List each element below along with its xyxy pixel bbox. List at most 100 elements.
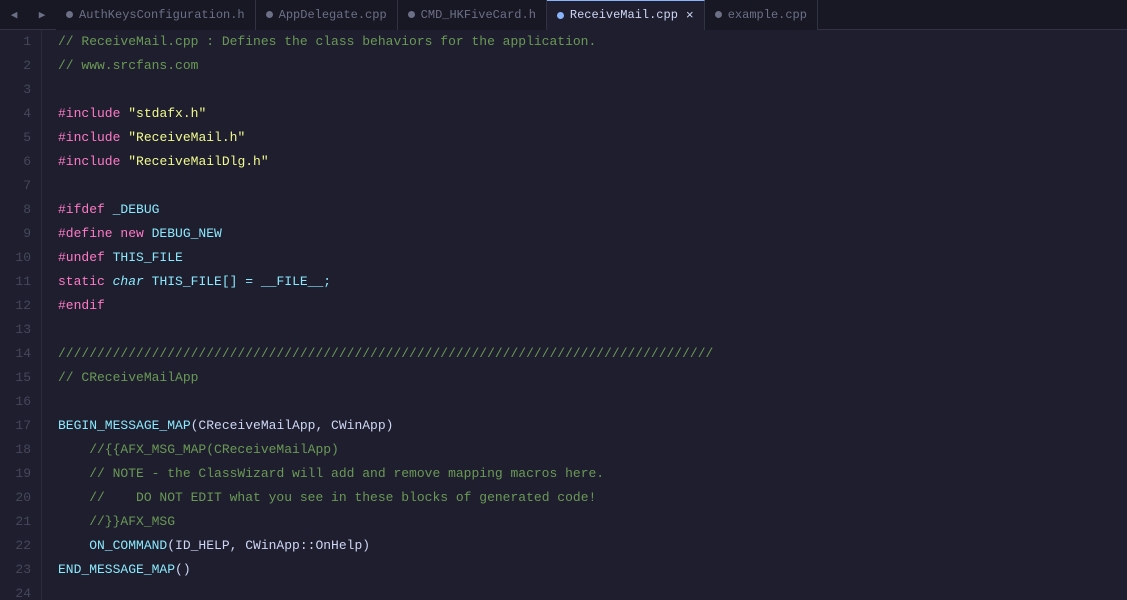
line-number: 7 (0, 174, 31, 198)
tab-label: AuthKeysConfiguration.h (79, 8, 245, 22)
token: #ifdef (58, 202, 105, 217)
line-number: 11 (0, 270, 31, 294)
code-line: // NOTE - the ClassWizard will add and r… (58, 462, 1127, 486)
code-line: //{{AFX_MSG_MAP(CReceiveMailApp) (58, 438, 1127, 462)
token: "ReceiveMailDlg.h" (128, 154, 268, 169)
token: #include (58, 130, 120, 145)
token: // DO NOT EDIT what you see in (58, 490, 354, 505)
token: static (58, 274, 105, 289)
line-number: 24 (0, 582, 31, 600)
token: char (113, 274, 144, 289)
line-number: 9 (0, 222, 31, 246)
line-number: 10 (0, 246, 31, 270)
token: // CReceiveMailApp (58, 370, 198, 385)
tab-bar: ◀ ▶ AuthKeysConfiguration.h AppDelegate.c… (0, 0, 1127, 30)
line-number: 20 (0, 486, 31, 510)
code-line: #endif (58, 294, 1127, 318)
token: blocks of generated code! (393, 490, 596, 505)
token: these (354, 490, 393, 505)
token: THIS_FILE[] = __FILE__; (144, 274, 331, 289)
tab-dot (408, 11, 415, 18)
code-line: // ReceiveMail.cpp : Defines the class b… (58, 30, 1127, 54)
code-line: //}}AFX_MSG (58, 510, 1127, 534)
line-number: 4 (0, 102, 31, 126)
token: #endif (58, 298, 105, 313)
tab-label: AppDelegate.cpp (279, 8, 387, 22)
code-line: ON_COMMAND(ID_HELP, CWinApp::OnHelp) (58, 534, 1127, 558)
token: the (167, 466, 190, 481)
tab-nav-prev[interactable]: ◀ (0, 0, 28, 30)
line-number: 19 (0, 462, 31, 486)
code-line: ////////////////////////////////////////… (58, 342, 1127, 366)
code-line (58, 390, 1127, 414)
line-number: 1 (0, 30, 31, 54)
line-number: 12 (0, 294, 31, 318)
line-number: 15 (0, 366, 31, 390)
code-line (58, 78, 1127, 102)
token (105, 274, 113, 289)
line-number: 5 (0, 126, 31, 150)
token: #define (58, 226, 113, 241)
line-number: 18 (0, 438, 31, 462)
token: // ReceiveMail.cpp : Defines the class b… (58, 34, 596, 49)
line-number: 16 (0, 390, 31, 414)
token: #include (58, 106, 120, 121)
token: "stdafx.h" (128, 106, 206, 121)
code-area[interactable]: // ReceiveMail.cpp : Defines the class b… (42, 30, 1127, 600)
code-line: #include "ReceiveMail.h" (58, 126, 1127, 150)
token: ON_COMMAND (58, 538, 167, 553)
line-number: 21 (0, 510, 31, 534)
token: //{{AFX_MSG_MAP(CReceiveMailApp) (58, 442, 339, 457)
code-line: #include "stdafx.h" (58, 102, 1127, 126)
code-line: // CReceiveMailApp (58, 366, 1127, 390)
token: THIS_FILE (105, 250, 183, 265)
token: () (175, 562, 191, 577)
tab-example-cpp[interactable]: example.cpp (705, 0, 818, 30)
token: ClassWizard will add and remove mapping … (191, 466, 604, 481)
token: #undef (58, 250, 105, 265)
code-line: // DO NOT EDIT what you see in these blo… (58, 486, 1127, 510)
tab-label: example.cpp (728, 8, 807, 22)
code-line: #ifdef _DEBUG (58, 198, 1127, 222)
editor: 123456789101112131415161718192021222324 … (0, 30, 1127, 600)
tab-dot (715, 11, 722, 18)
line-number: 3 (0, 78, 31, 102)
token: new (113, 226, 144, 241)
code-line: BEGIN_MESSAGE_MAP(CReceiveMailApp, CWinA… (58, 414, 1127, 438)
token: DEBUG_NEW (144, 226, 222, 241)
line-number: 22 (0, 534, 31, 558)
line-number: 8 (0, 198, 31, 222)
token: #include (58, 154, 120, 169)
token: BEGIN_MESSAGE_MAP (58, 418, 191, 433)
code-line: #define new DEBUG_NEW (58, 222, 1127, 246)
line-number: 23 (0, 558, 31, 582)
tab-label: ReceiveMail.cpp (570, 8, 678, 22)
code-line (58, 582, 1127, 600)
token: ////////////////////////////////////////… (58, 346, 713, 361)
line-numbers: 123456789101112131415161718192021222324 (0, 30, 42, 600)
token: "ReceiveMail.h" (128, 130, 245, 145)
token: //}}AFX_MSG (58, 514, 175, 529)
code-line: END_MESSAGE_MAP() (58, 558, 1127, 582)
token: // NOTE - (58, 466, 167, 481)
tab-dot (66, 11, 73, 18)
line-number: 6 (0, 150, 31, 174)
line-number: 17 (0, 414, 31, 438)
line-number: 13 (0, 318, 31, 342)
tab-close-icon[interactable]: × (686, 9, 694, 22)
tab-nav-next[interactable]: ▶ (28, 0, 56, 30)
code-line (58, 318, 1127, 342)
tab-CMD_HKFiveCard-h[interactable]: CMD_HKFiveCard.h (398, 0, 547, 30)
token: // www.srcfans.com (58, 58, 198, 73)
code-line: #undef THIS_FILE (58, 246, 1127, 270)
code-line: static char THIS_FILE[] = __FILE__; (58, 270, 1127, 294)
line-number: 2 (0, 54, 31, 78)
token: (CReceiveMailApp, CWinApp) (191, 418, 394, 433)
tab-AppDelegate-cpp[interactable]: AppDelegate.cpp (256, 0, 398, 30)
token: _DEBUG (105, 202, 160, 217)
code-line (58, 174, 1127, 198)
token: END_MESSAGE_MAP (58, 562, 175, 577)
tab-dot (266, 11, 273, 18)
tab-AuthKeysConfiguration-h[interactable]: AuthKeysConfiguration.h (56, 0, 256, 30)
tab-ReceiveMail-cpp[interactable]: ReceiveMail.cpp × (547, 0, 705, 30)
